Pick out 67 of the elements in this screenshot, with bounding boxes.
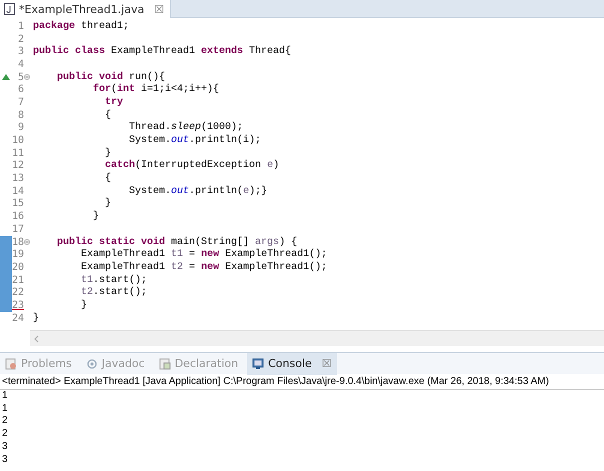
code-line: t2.start();: [80, 287, 148, 298]
console-output-line: 1: [1, 390, 9, 403]
console-output-line: 3: [1, 440, 9, 454]
line-number: 6: [16, 84, 24, 96]
panel-tab[interactable]: Declaration: [154, 352, 244, 374]
console-header: <terminated> ExampleThread1 [Java Application] C:\Program Files\Java\jre-9.0.4\bin\javaw.exe (Mar 26, 2018, 9:34:53 AM): [0, 374, 604, 390]
close-icon[interactable]: ☒: [154, 2, 164, 16]
line-number: 24: [10, 312, 24, 324]
code-line: package thread1;: [33, 20, 130, 32]
line-number: 3: [16, 46, 24, 58]
code-line: }: [104, 198, 112, 210]
code-line: t1.start();: [80, 274, 148, 286]
code-line: System.out.println(i);: [128, 135, 262, 146]
line-number: 19: [10, 249, 24, 260]
line-number: 1: [16, 20, 24, 32]
code-line: ExampleThread1 t1 = new ExampleThread1();: [80, 249, 328, 260]
line-number: 7: [16, 96, 24, 108]
line-number: 21: [10, 274, 24, 286]
line-number: 20: [10, 262, 24, 273]
code-line: }: [92, 211, 100, 222]
code-line: public class ExampleThread1 extends Thread{: [33, 46, 292, 58]
code-line: public void run(){: [56, 72, 166, 83]
code-line: System.out.println(e);}: [128, 186, 268, 197]
document-icon: [158, 358, 171, 370]
code-line: }: [33, 312, 40, 324]
panel-tab[interactable]: Console ☒: [247, 352, 337, 374]
line-number: 18: [10, 236, 24, 248]
warning-list-icon: [5, 358, 17, 370]
console-output-line: 2: [1, 428, 9, 441]
line-number: 14: [10, 186, 24, 197]
console-output-line: 3: [1, 454, 9, 466]
line-number: 8: [16, 110, 24, 121]
monitor-icon: [252, 358, 264, 370]
line-number: 12: [10, 160, 24, 172]
line-number: 5: [16, 72, 24, 83]
close-icon[interactable]: ☒: [322, 357, 332, 370]
editor-tab[interactable]: *ExampleThread1.java ☒: [0, 0, 172, 18]
code-line: try: [104, 96, 124, 108]
code-line: {: [104, 110, 112, 121]
panel-tab[interactable]: Javadoc: [80, 352, 150, 374]
line-number: 23: [10, 300, 24, 311]
line-number: 16: [10, 211, 24, 222]
line-number: 2: [16, 34, 24, 45]
line-number: 22: [10, 287, 24, 298]
fold-icon[interactable]: [24, 239, 30, 246]
code-line: {: [104, 173, 112, 184]
line-number: 15: [10, 198, 24, 210]
code-line: }: [80, 300, 88, 311]
fold-icon[interactable]: [24, 74, 30, 80]
line-number: 10: [10, 135, 24, 146]
code-line: ExampleThread1 t2 = new ExampleThread1();: [80, 262, 328, 273]
java-file-icon: [4, 3, 15, 15]
code-line: catch(InterruptedException e): [104, 160, 280, 172]
line-number: 17: [10, 224, 24, 235]
panel-tab[interactable]: Problems: [0, 352, 77, 374]
code-line: }: [104, 148, 112, 159]
console-output-line: 2: [1, 415, 9, 428]
console-output-line: 1: [1, 402, 9, 416]
code-line: public static void main(String[] args) {: [56, 236, 298, 248]
scroll-left-icon[interactable]: [34, 334, 39, 342]
horizontal-scrollbar[interactable]: [30, 330, 604, 346]
line-number: 9: [16, 122, 24, 134]
line-number: 4: [16, 58, 24, 70]
line-number: 11: [10, 148, 24, 159]
line-number: 13: [10, 173, 24, 184]
code-line: for(int i=1;i<4;i++){: [92, 84, 220, 96]
code-line: Thread.sleep(1000);: [128, 122, 244, 134]
